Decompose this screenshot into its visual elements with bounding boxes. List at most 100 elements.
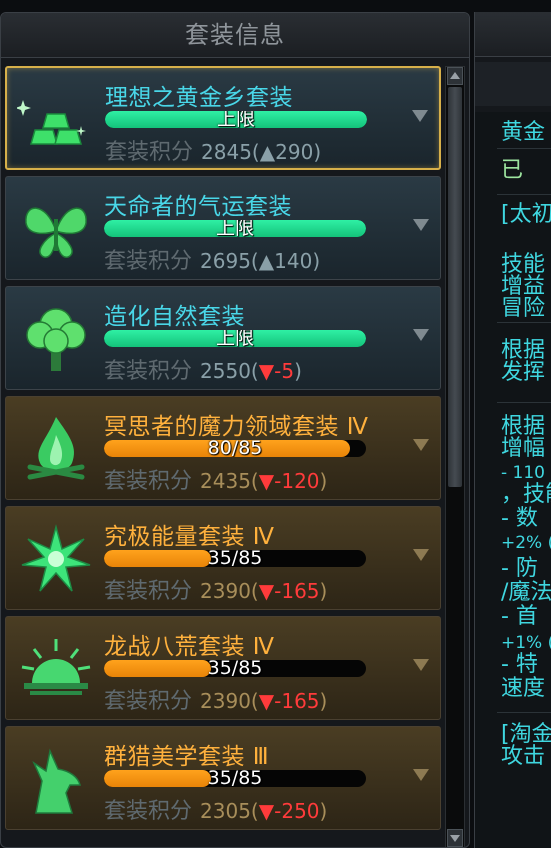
detail-text-line: - 首 [501,604,538,629]
detail-divider [497,402,551,403]
score-delta: -250 [274,799,320,823]
delta-arrow-icon: ▼ [258,689,275,713]
score-label: 套装积分 [105,140,194,165]
detail-text-line: 增幅 [501,436,546,461]
set-score: 套装积分 2390(▼-165) [104,683,327,715]
score-label: 套装积分 [104,799,193,824]
expand-arrow-icon[interactable] [412,327,430,343]
score-delta: 140 [274,249,313,273]
set-score: 套装积分 2435(▼-120) [104,463,327,495]
panel-title: 套装信息 [1,13,469,58]
score-paren-close: ) [319,469,328,493]
detail-text-line: 已 [501,158,524,183]
score-delta: -165 [274,579,320,603]
score-label: 套装积分 [104,469,193,494]
score-delta: -165 [274,689,320,713]
scrollbar[interactable] [445,66,465,847]
set-score: 套装积分 2845(▲290) [105,134,321,166]
set-row[interactable]: 造化自然套装 上限 套装积分 2550(▼-5) [5,286,441,390]
score-delta: -5 [274,359,295,383]
delta-arrow-icon: ▲ [258,249,275,273]
score-delta: 290 [275,140,314,164]
expand-arrow-icon[interactable] [412,437,430,453]
detail-text-line: /魔法 [501,580,551,605]
expand-arrow-icon[interactable] [412,767,430,783]
detail-text-line: 速度 [501,676,546,701]
set-progress-bar: 上限 [104,330,366,347]
set-score: 套装积分 2550(▼-5) [104,353,302,385]
set-progress-bar: 上限 [105,111,367,128]
set-progress-label: 上限 [215,220,254,237]
score-label: 套装积分 [104,249,193,274]
arrow-down-icon [450,835,460,842]
detail-text-line: 根据 [501,338,546,363]
detail-text-line: - 特 [501,652,538,677]
set-progress-label: 上限 [216,111,255,128]
score-delta: -120 [274,469,320,493]
detail-text-line: 黄金 [501,120,546,145]
set-progress-label: 80/85 [207,440,263,457]
set-score: 套装积分 2695(▲140) [104,243,320,275]
scroll-up-button[interactable] [447,67,463,85]
detail-text-line: +1% ( [501,633,551,653]
set-progress-bar: 35/85 [104,770,366,787]
set-progress-bar: 35/85 [104,660,366,677]
set-row[interactable]: 冥思者的魔力领域套装 Ⅳ 80/85 套装积分 2435(▼-120) [5,396,441,500]
delta-arrow-icon: ▼ [258,799,275,823]
score-paren-close: ) [313,140,322,164]
set-progress-label: 35/85 [207,770,263,787]
detail-subheader [475,62,551,106]
set-name: 造化自然套装 [104,304,245,330]
score-paren-close: ) [294,359,302,383]
score-paren-close: ) [319,799,328,823]
detail-divider [497,148,551,149]
set-row[interactable]: 群猎美学套装 Ⅲ 35/85 套装积分 2305(▼-250) [5,726,441,830]
gold-bars-icon [15,82,97,158]
scroll-down-button[interactable] [447,829,463,847]
set-name: 究极能量套装 Ⅳ [104,524,275,550]
set-progress-bar: 35/85 [104,550,366,567]
expand-arrow-icon[interactable] [412,217,430,233]
score-value: 2550 [200,359,251,383]
score-paren-close: ) [312,249,321,273]
detail-text-line: - 数 [501,506,538,531]
score-paren-close: ) [319,579,328,603]
detail-text-line: 发挥 [501,360,546,385]
set-row[interactable]: 理想之黄金乡套装 上限 套装积分 2845(▲290) [5,66,441,170]
score-paren-open: ( [250,249,259,273]
detail-text-line: - 110 [501,463,545,483]
detail-text-line: +2% ( [501,533,551,553]
set-progress-label: 35/85 [207,660,263,677]
detail-text-line: 冒险 [501,296,546,321]
score-label: 套装积分 [104,359,193,384]
detail-divider [497,712,551,713]
score-value: 2305 [200,799,251,823]
detail-text-line: 技能 [501,252,546,277]
score-paren-open: ( [250,579,259,603]
score-value: 2845 [201,140,252,164]
butterfly-icon [16,191,96,267]
expand-arrow-icon[interactable] [412,657,430,673]
score-label: 套装积分 [104,579,193,604]
expand-arrow-icon[interactable] [412,547,430,563]
set-progress-bar: 80/85 [104,440,366,457]
delta-arrow-icon: ▼ [258,469,275,493]
detail-divider [497,194,551,195]
score-value: 2435 [200,469,251,493]
set-score: 套装积分 2390(▼-165) [104,573,327,605]
set-row[interactable]: 天命者的气运套装 上限 套装积分 2695(▲140) [5,176,441,280]
detail-divider [497,322,551,323]
detail-text-line: 增益 [501,274,546,299]
delta-arrow-icon: ▼ [258,359,275,383]
set-score: 套装积分 2305(▼-250) [104,793,327,825]
detail-header [475,12,551,57]
expand-arrow-icon[interactable] [411,108,429,124]
scroll-thumb[interactable] [448,87,462,487]
set-row[interactable]: 龙战八荒套装 Ⅳ 35/85 套装积分 2390(▼-165) [5,616,441,720]
energy-burst-icon [16,521,96,597]
score-paren-open: ( [250,799,259,823]
score-value: 2695 [200,249,251,273]
set-row[interactable]: 究极能量套装 Ⅳ 35/85 套装积分 2390(▼-165) [5,506,441,610]
score-paren-open: ( [250,689,259,713]
detail-text-line: 攻击 [501,744,546,769]
